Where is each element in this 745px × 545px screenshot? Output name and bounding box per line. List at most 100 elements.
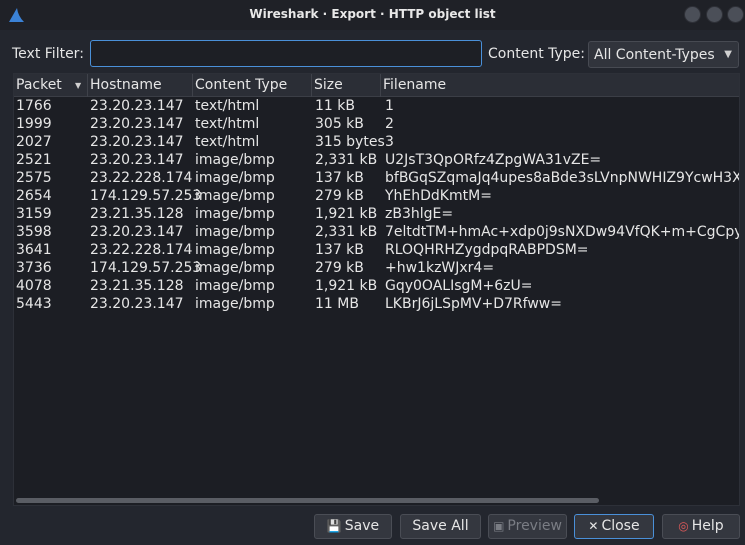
table-row[interactable]: 1999 23.20.23.147 text/html 305 kB 2 — [14, 115, 739, 133]
table-row[interactable]: 3641 23.22.228.174 image/bmp 137 kB RLOQHRHZ… — [14, 241, 739, 259]
cell-filename: 7eltdtTM+hmAc+xdp0j9sNXDw94VfQK+m+CgCpyx… — [385, 224, 740, 240]
cell-packet: 3159 — [16, 206, 52, 222]
cell-size: 315 bytes — [315, 134, 385, 150]
table-row[interactable]: 2654 174.129.57.253 image/bmp 279 kB YhEhDdK… — [14, 187, 739, 205]
cell-packet: 1999 — [16, 116, 52, 132]
table-row[interactable]: 3598 23.20.23.147 image/bmp 2,331 kB 7eltdtT… — [14, 223, 740, 241]
window-close-button[interactable] — [727, 6, 744, 23]
cell-filename: 3 — [385, 134, 394, 150]
cell-filename: 2 — [385, 116, 394, 132]
cell-hostname: 23.22.228.174 — [90, 170, 193, 186]
cell-content-type: image/bmp — [195, 152, 275, 168]
content-type-select[interactable]: All Content-Types ▼ — [588, 41, 739, 68]
lifebuoy-icon: ◎ — [678, 519, 689, 533]
column-header-label: Packet — [16, 77, 62, 93]
column-header-hostname[interactable]: Hostname — [88, 74, 193, 97]
cell-hostname: 174.129.57.253 — [90, 260, 202, 276]
cell-packet: 2654 — [16, 188, 52, 204]
cell-content-type: text/html — [195, 116, 260, 132]
help-label: Help — [691, 518, 724, 534]
cell-filename: Gqy0OALIsgM+6zU= — [385, 278, 533, 294]
cell-content-type: image/bmp — [195, 188, 275, 204]
cell-filename: bfBGqSZqmaJq4upes8aBde3sLVnpNWHIZ9YcwH3X… — [385, 170, 740, 186]
column-header-packet[interactable]: Packet ▼ — [14, 74, 88, 97]
minimize-button[interactable] — [684, 6, 701, 23]
sort-descending-icon: ▼ — [75, 81, 82, 90]
cell-packet: 3736 — [16, 260, 52, 276]
cell-content-type: image/bmp — [195, 170, 275, 186]
cell-size: 137 kB — [315, 242, 364, 258]
cell-size: 279 kB — [315, 260, 364, 276]
preview-button[interactable]: ▣ Preview — [488, 514, 567, 539]
scrollbar-thumb[interactable] — [16, 498, 599, 503]
text-filter-input[interactable] — [90, 40, 482, 67]
cell-content-type: image/bmp — [195, 224, 275, 240]
cell-packet: 1766 — [16, 98, 52, 114]
cell-packet: 3598 — [16, 224, 52, 240]
cell-size: 2,331 kB — [315, 152, 378, 168]
cell-size: 2,331 kB — [315, 224, 378, 240]
cell-packet: 5443 — [16, 296, 52, 312]
cell-packet: 2027 — [16, 134, 52, 150]
table-row[interactable]: 2575 23.22.228.174 image/bmp 137 kB bfBGqSZq… — [14, 169, 740, 187]
help-button[interactable]: ◎ Help — [662, 514, 740, 539]
image-icon: ▣ — [493, 519, 505, 533]
cell-content-type: image/bmp — [195, 242, 275, 258]
floppy-icon: 💾 — [326, 519, 342, 533]
table-row[interactable]: 2521 23.20.23.147 image/bmp 2,331 kB U2JsT3Q… — [14, 151, 739, 169]
cell-content-type: image/bmp — [195, 296, 275, 312]
cell-filename: zB3hlgE= — [385, 206, 454, 222]
cell-hostname: 23.21.35.128 — [90, 278, 184, 294]
chevron-down-icon: ▼ — [724, 49, 732, 60]
cell-filename: U2JsT3QpORfz4ZpgWA31vZE= — [385, 152, 602, 168]
table-header: Packet ▼ Hostname Content Type Size File… — [14, 74, 739, 97]
column-header-size[interactable]: Size — [312, 74, 381, 97]
cell-filename: +hw1kzWJxr4= — [385, 260, 495, 276]
save-button[interactable]: 💾 Save — [314, 514, 392, 539]
save-label: Save — [344, 518, 380, 534]
cell-content-type: image/bmp — [195, 278, 275, 294]
cell-hostname: 23.20.23.147 — [90, 224, 184, 240]
table-row[interactable]: 5443 23.20.23.147 image/bmp 11 MB LKBrJ6jLSp… — [14, 295, 739, 313]
save-all-button[interactable]: Save All — [400, 514, 481, 539]
table-row[interactable]: 4078 23.21.35.128 image/bmp 1,921 kB Gqy0OAL… — [14, 277, 739, 295]
column-header-label: Hostname — [90, 77, 162, 93]
cell-size: 137 kB — [315, 170, 364, 186]
cell-size: 1,921 kB — [315, 206, 378, 222]
title-bar: Wireshark · Export · HTTP object list — [0, 0, 745, 30]
cell-hostname: 23.20.23.147 — [90, 296, 184, 312]
save-all-label: Save All — [412, 518, 469, 534]
cell-hostname: 23.20.23.147 — [90, 152, 184, 168]
window-title: Wireshark · Export · HTTP object list — [249, 7, 496, 21]
cell-size: 11 MB — [315, 296, 359, 312]
table-row[interactable]: 3736 174.129.57.253 image/bmp 279 kB +hw1kzW… — [14, 259, 739, 277]
x-icon: ✕ — [588, 519, 599, 533]
cell-packet: 2575 — [16, 170, 52, 186]
cell-hostname: 23.21.35.128 — [90, 206, 184, 222]
cell-filename: RLOQHRHZygdpqRABPDSM= — [385, 242, 589, 258]
preview-label: Preview — [507, 518, 562, 534]
horizontal-scrollbar[interactable] — [14, 496, 739, 505]
column-header-label: Content Type — [195, 77, 288, 93]
cell-packet: 2521 — [16, 152, 52, 168]
cell-filename: LKBrJ6jLSpMV+D7Rfww= — [385, 296, 562, 312]
column-header-filename[interactable]: Filename — [381, 74, 739, 97]
cell-packet: 4078 — [16, 278, 52, 294]
cell-content-type: text/html — [195, 98, 260, 114]
table-row[interactable]: 3159 23.21.35.128 image/bmp 1,921 kB zB3hlgE… — [14, 205, 739, 223]
table-row[interactable]: 2027 23.20.23.147 text/html 315 bytes 3 — [14, 133, 739, 151]
cell-content-type: text/html — [195, 134, 260, 150]
cell-size: 1,921 kB — [315, 278, 378, 294]
cell-content-type: image/bmp — [195, 260, 275, 276]
column-header-content-type[interactable]: Content Type — [193, 74, 312, 97]
maximize-button[interactable] — [706, 6, 723, 23]
column-header-label: Size — [314, 77, 343, 93]
table-body: 1766 23.20.23.147 text/html 11 kB 1 1999 23.20… — [14, 97, 740, 313]
cell-packet: 3641 — [16, 242, 52, 258]
close-button[interactable]: ✕ Close — [574, 514, 654, 539]
cell-hostname: 23.22.228.174 — [90, 242, 193, 258]
text-filter-label: Text Filter: — [12, 46, 84, 62]
cell-size: 279 kB — [315, 188, 364, 204]
cell-hostname: 174.129.57.253 — [90, 188, 202, 204]
table-row[interactable]: 1766 23.20.23.147 text/html 11 kB 1 — [14, 97, 739, 115]
